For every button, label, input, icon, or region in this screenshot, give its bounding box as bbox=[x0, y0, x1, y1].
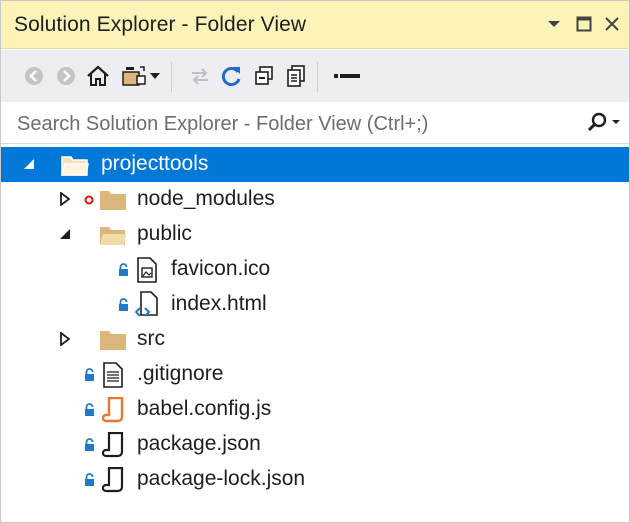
forward-button[interactable] bbox=[51, 61, 81, 91]
search-options-button[interactable] bbox=[583, 108, 623, 138]
lock-badge-icon bbox=[83, 472, 95, 488]
folder-open-icon bbox=[61, 151, 89, 179]
collapsed-arrow-icon[interactable] bbox=[57, 330, 73, 348]
tree-item-package-lock-json[interactable]: package-lock.json bbox=[1, 462, 629, 497]
home-icon bbox=[87, 65, 109, 86]
tree-item-label: projecttools bbox=[101, 152, 209, 175]
tree-item-public[interactable]: public bbox=[1, 217, 629, 252]
toolbar-separator bbox=[171, 62, 172, 92]
switch-views-dropdown[interactable] bbox=[147, 61, 163, 91]
home-button[interactable] bbox=[83, 61, 113, 91]
folder-icon bbox=[99, 326, 127, 354]
close-button[interactable] bbox=[599, 9, 625, 39]
search-icon bbox=[587, 112, 620, 132]
js-file-icon bbox=[99, 396, 127, 424]
tree-item-label: node_modules bbox=[137, 187, 275, 210]
lock-badge-icon bbox=[83, 402, 95, 418]
tree-item-label: public bbox=[137, 222, 192, 245]
refresh-button[interactable] bbox=[217, 61, 247, 91]
forward-arrow-icon bbox=[57, 67, 75, 85]
tree-item-label: babel.config.js bbox=[137, 397, 272, 420]
sync-button[interactable] bbox=[185, 61, 215, 91]
switch-views-button[interactable] bbox=[119, 61, 149, 91]
switch-views-icon bbox=[122, 66, 146, 86]
chevron-down-icon bbox=[548, 21, 560, 27]
search-input[interactable]: Search Solution Explorer - Folder View (… bbox=[17, 113, 428, 136]
text-file-icon bbox=[99, 361, 127, 389]
tree-item-node-modules[interactable]: node_modules bbox=[1, 182, 629, 217]
tree-item-label: src bbox=[137, 327, 165, 350]
tree-item-label: favicon.ico bbox=[171, 257, 271, 280]
solution-explorer-window: Solution Explorer - Folder View Search S… bbox=[0, 0, 630, 523]
window-position-dropdown[interactable] bbox=[541, 9, 567, 39]
json-file-icon bbox=[99, 466, 127, 494]
show-all-files-icon bbox=[287, 65, 305, 87]
lock-badge-icon bbox=[83, 437, 95, 453]
expanded-arrow-icon[interactable] bbox=[57, 225, 73, 243]
collapse-all-button[interactable] bbox=[249, 61, 279, 91]
tree-item-index-html[interactable]: index.html bbox=[1, 287, 629, 322]
title-bar: Solution Explorer - Folder View bbox=[1, 1, 629, 49]
tree-item-favicon-ico[interactable]: favicon.ico bbox=[1, 252, 629, 287]
json-file-icon bbox=[99, 431, 127, 459]
show-all-files-button[interactable] bbox=[281, 61, 311, 91]
tree-item-label: .gitignore bbox=[137, 362, 224, 385]
lock-badge-icon bbox=[117, 262, 129, 278]
tree-item-label: package.json bbox=[137, 432, 261, 455]
collapsed-arrow-icon[interactable] bbox=[57, 190, 73, 208]
toolbar-separator bbox=[317, 62, 318, 92]
window-title: Solution Explorer - Folder View bbox=[14, 13, 307, 36]
search-box[interactable]: Search Solution Explorer - Folder View (… bbox=[1, 102, 629, 144]
tree-item-projecttools[interactable]: projecttools bbox=[1, 147, 629, 182]
properties-icon bbox=[334, 74, 360, 78]
tree-item-babel-config-js[interactable]: babel.config.js bbox=[1, 392, 629, 427]
close-icon bbox=[605, 17, 619, 31]
collapse-all-icon bbox=[255, 66, 273, 85]
maximize-button[interactable] bbox=[571, 9, 597, 39]
tree-item-gitignore[interactable]: .gitignore bbox=[1, 357, 629, 392]
maximize-icon bbox=[576, 16, 592, 32]
lock-badge-icon bbox=[83, 367, 95, 383]
chevron-down-icon bbox=[150, 72, 160, 79]
lock-badge-icon bbox=[117, 297, 129, 313]
folder-icon bbox=[99, 186, 127, 214]
tree-item-label: index.html bbox=[171, 292, 267, 315]
tree-item-label: package-lock.json bbox=[137, 467, 306, 490]
refresh-icon bbox=[221, 67, 241, 86]
tree-item-package-json[interactable]: package.json bbox=[1, 427, 629, 462]
tree-item-src[interactable]: src bbox=[1, 322, 629, 357]
html-file-icon bbox=[133, 291, 161, 319]
expanded-arrow-icon[interactable] bbox=[21, 155, 37, 173]
back-arrow-icon bbox=[25, 67, 43, 85]
folder-open-icon bbox=[99, 221, 127, 249]
image-file-icon bbox=[133, 256, 161, 284]
sync-icon bbox=[192, 68, 208, 85]
toolbar bbox=[1, 50, 629, 102]
properties-button[interactable] bbox=[329, 61, 365, 91]
excluded-badge-icon bbox=[83, 192, 95, 208]
back-button[interactable] bbox=[19, 61, 49, 91]
